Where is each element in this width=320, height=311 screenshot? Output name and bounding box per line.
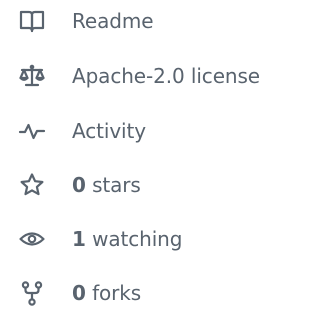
stars-link[interactable]: 0 stars — [0, 167, 160, 203]
eye-icon — [18, 225, 46, 253]
readme-label: Readme — [72, 9, 154, 33]
stars-text: stars — [92, 173, 141, 197]
watching-count: 1 — [72, 227, 86, 251]
license-link[interactable]: Apache-2.0 license — [0, 58, 300, 94]
forks-count: 0 — [72, 281, 86, 305]
watching-text: watching — [92, 227, 183, 251]
book-icon — [18, 7, 46, 35]
star-icon — [18, 171, 46, 199]
forks-label: 0 forks — [72, 281, 141, 305]
forks-link[interactable]: 0 forks — [0, 275, 160, 311]
pulse-icon — [18, 117, 46, 145]
stars-count: 0 — [72, 173, 86, 197]
watching-label: 1 watching — [72, 227, 182, 251]
watching-link[interactable]: 1 watching — [0, 221, 230, 257]
readme-link[interactable]: Readme — [0, 3, 160, 39]
activity-link[interactable]: Activity — [0, 113, 190, 149]
law-scale-icon — [18, 62, 46, 90]
stars-label: 0 stars — [72, 173, 141, 197]
activity-label: Activity — [72, 119, 146, 143]
forks-text: forks — [92, 281, 142, 305]
license-label: Apache-2.0 license — [72, 64, 261, 88]
